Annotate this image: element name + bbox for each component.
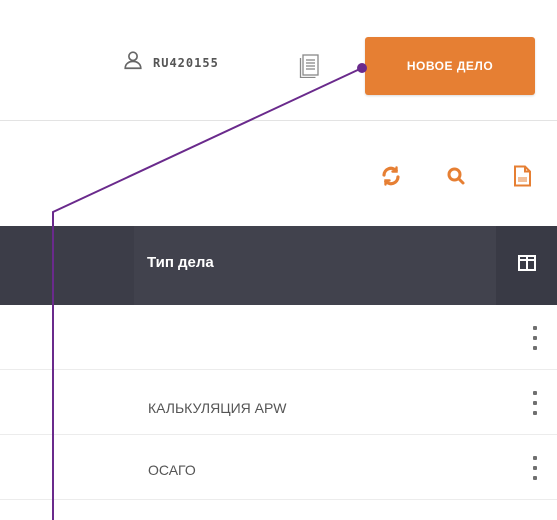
new-case-button[interactable]: НОВОЕ ДЕЛО [365, 37, 535, 95]
row-menu-icon[interactable] [530, 456, 540, 480]
refresh-icon[interactable] [379, 164, 403, 188]
row-menu-icon[interactable] [530, 391, 540, 415]
top-header: RU420155 НОВОЕ ДЕЛО [0, 0, 557, 121]
header-cell-blank [0, 226, 134, 305]
columns-settings-button[interactable] [496, 226, 557, 305]
user-id: RU420155 [153, 55, 219, 70]
documents-icon[interactable] [298, 52, 324, 79]
columns-icon [517, 253, 537, 278]
table-row[interactable] [0, 305, 557, 370]
table-row[interactable] [0, 435, 557, 500]
row-menu-icon[interactable] [530, 326, 540, 350]
search-icon[interactable] [444, 164, 468, 188]
table-toolbar [0, 121, 557, 226]
column-header-case-type: Тип дела [147, 254, 214, 271]
user-info[interactable]: RU420155 [122, 49, 219, 76]
export-file-icon[interactable] [510, 164, 534, 188]
user-icon [122, 49, 144, 76]
row-case-type: ОСАГО [148, 462, 196, 478]
row-case-type: КАЛЬКУЛЯЦИЯ APW [148, 400, 287, 416]
table-header [0, 226, 557, 305]
